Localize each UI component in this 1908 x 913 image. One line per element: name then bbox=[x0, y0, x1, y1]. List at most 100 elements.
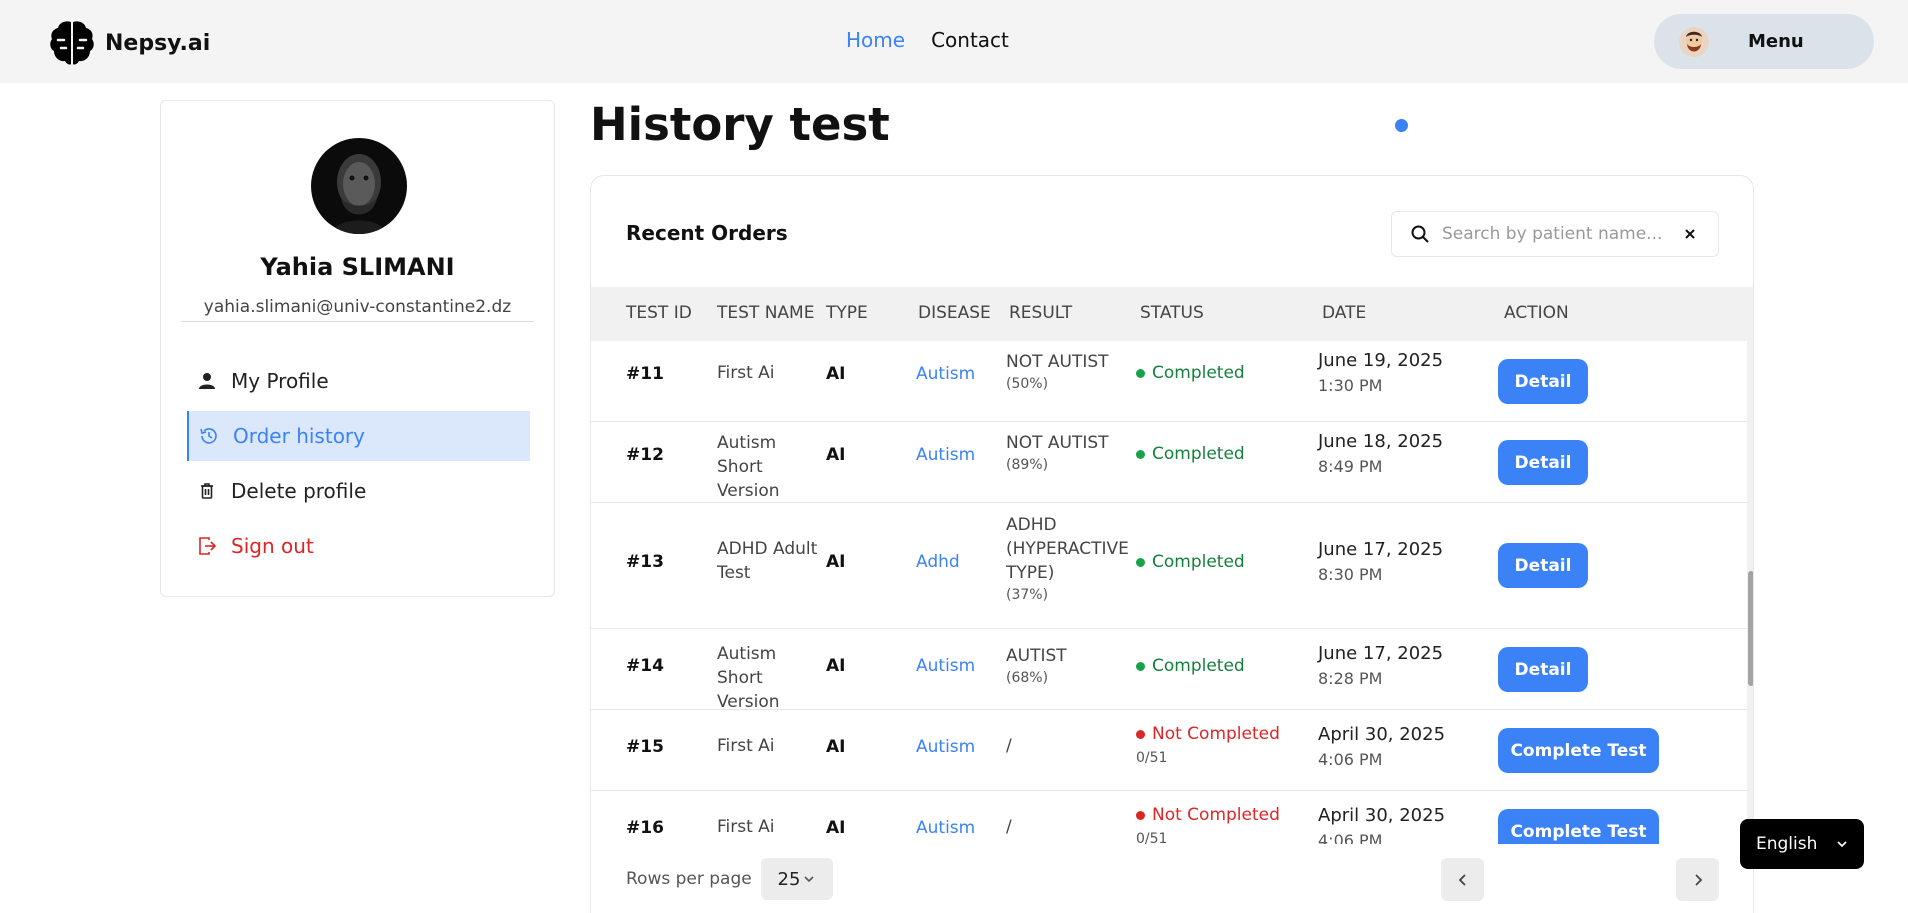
result-text: / bbox=[1006, 817, 1012, 837]
next-page-button[interactable] bbox=[1676, 858, 1719, 901]
test-id: #15 bbox=[626, 737, 664, 757]
result: AUTIST (68%) bbox=[1006, 644, 1136, 688]
search-icon bbox=[1410, 224, 1430, 244]
sidebar-item-my-profile[interactable]: My Profile bbox=[187, 356, 530, 406]
brand[interactable]: Nepsy.ai bbox=[47, 18, 210, 68]
profile-name: Yahia SLIMANI bbox=[260, 253, 455, 281]
progress-text: 0/51 bbox=[1136, 831, 1168, 844]
status-text: Completed bbox=[1152, 363, 1245, 383]
disease-link[interactable]: Autism bbox=[916, 818, 975, 838]
table-row: #11 First Ai AI Autism NOT AUTIST (50%) … bbox=[591, 341, 1747, 422]
test-type: AI bbox=[826, 445, 846, 465]
test-id: #16 bbox=[626, 818, 664, 838]
result-percent: (37%) bbox=[1006, 587, 1049, 603]
orders-card: Recent Orders TEST ID TEST NAME TYPE DIS… bbox=[590, 175, 1754, 913]
result-text: NOT AUTIST bbox=[1006, 352, 1109, 372]
table-row: #14 Autism Short Version AI Autism AUTIS… bbox=[591, 629, 1747, 712]
user-icon bbox=[197, 371, 217, 391]
nav-home[interactable]: Home bbox=[846, 28, 905, 52]
date-text: June 18, 2025 bbox=[1318, 431, 1444, 452]
status-badge: Completed bbox=[1136, 361, 1245, 385]
time-text: 8:28 PM bbox=[1318, 669, 1383, 688]
date-text: April 30, 2025 bbox=[1318, 805, 1446, 826]
result-text: ADHD (HYPERACTIVE TYPE) bbox=[1006, 515, 1129, 583]
profile-avatar bbox=[311, 138, 407, 234]
disease-link[interactable]: Autism bbox=[916, 445, 975, 465]
detail-button[interactable]: Detail bbox=[1498, 543, 1588, 588]
test-id: #14 bbox=[626, 656, 664, 676]
status-text: Not Completed bbox=[1152, 805, 1280, 825]
result-percent: (89%) bbox=[1006, 457, 1049, 473]
chevron-down-icon bbox=[802, 872, 816, 886]
test-id: #11 bbox=[626, 364, 664, 384]
result-text: AUTIST bbox=[1006, 646, 1067, 666]
disease-link[interactable]: Autism bbox=[916, 737, 975, 757]
nav-contact[interactable]: Contact bbox=[931, 28, 1009, 52]
sidebar-item-sign-out[interactable]: Sign out bbox=[187, 521, 530, 571]
result: NOT AUTIST (50%) bbox=[1006, 350, 1136, 394]
status-dot-icon bbox=[1136, 449, 1145, 459]
brand-name: Nepsy.ai bbox=[105, 30, 211, 56]
complete-test-button[interactable]: Complete Test bbox=[1498, 728, 1659, 773]
time-text: 8:49 PM bbox=[1318, 457, 1383, 476]
column-header: DATE bbox=[1322, 303, 1367, 323]
test-type: AI bbox=[826, 737, 846, 757]
date: June 17, 2025 8:30 PM bbox=[1318, 537, 1443, 587]
history-icon bbox=[199, 426, 219, 446]
complete-test-button[interactable]: Complete Test bbox=[1498, 809, 1659, 844]
language-selector[interactable]: English bbox=[1740, 819, 1864, 869]
menu-label: Menu bbox=[1748, 31, 1804, 52]
sidebar-item-order-history[interactable]: Order history bbox=[187, 411, 530, 461]
rows-per-page-select[interactable]: 25 bbox=[761, 858, 833, 900]
main-nav: Home Contact bbox=[846, 28, 1009, 52]
time-text: 8:30 PM bbox=[1318, 565, 1383, 584]
test-name: ADHD Adult Test bbox=[717, 539, 818, 583]
table-row: #15 First Ai AI Autism / Not Completed 0… bbox=[591, 710, 1747, 791]
brain-logo-icon bbox=[47, 18, 97, 68]
test-id: #13 bbox=[626, 552, 664, 572]
sidebar-item-delete-profile[interactable]: Delete profile bbox=[187, 466, 530, 516]
date-text: June 17, 2025 bbox=[1318, 643, 1444, 664]
detail-button[interactable]: Detail bbox=[1498, 647, 1588, 692]
chevron-left-icon bbox=[1456, 873, 1470, 887]
orders-title: Recent Orders bbox=[626, 221, 788, 245]
disease-link[interactable]: Autism bbox=[916, 364, 975, 384]
sidebar-item-label: Order history bbox=[233, 424, 365, 448]
scrollbar-thumb[interactable] bbox=[1748, 571, 1753, 686]
test-type: AI bbox=[826, 818, 846, 838]
detail-button[interactable]: Detail bbox=[1498, 359, 1588, 404]
sidebar-item-label: Delete profile bbox=[231, 479, 367, 503]
result-text: NOT AUTIST bbox=[1006, 433, 1109, 453]
rows-per-page-label: Rows per page bbox=[626, 869, 752, 889]
clear-search-icon[interactable] bbox=[1682, 226, 1698, 242]
search-input[interactable] bbox=[1442, 224, 1672, 244]
page-title: History test bbox=[590, 98, 890, 151]
status-text: Completed bbox=[1152, 552, 1245, 572]
disease-link[interactable]: Adhd bbox=[916, 552, 960, 572]
result: ADHD (HYPERACTIVE TYPE) (37%) bbox=[1006, 513, 1136, 605]
table-body: #11 First Ai AI Autism NOT AUTIST (50%) … bbox=[591, 341, 1747, 844]
disease-link[interactable]: Autism bbox=[916, 656, 975, 676]
sidebar-item-label: My Profile bbox=[231, 369, 329, 393]
table-header: TEST ID TEST NAME TYPE DISEASE RESULT ST… bbox=[591, 287, 1753, 341]
status-dot-icon bbox=[1136, 661, 1145, 671]
result: / bbox=[1006, 815, 1136, 839]
result-text: / bbox=[1006, 736, 1012, 756]
previous-page-button[interactable] bbox=[1441, 858, 1484, 901]
chevron-down-icon bbox=[1835, 837, 1849, 851]
date-text: June 17, 2025 bbox=[1318, 539, 1444, 560]
status-dot-icon bbox=[1136, 810, 1145, 820]
table-scrollbar[interactable] bbox=[1747, 341, 1753, 844]
column-header: RESULT bbox=[1009, 303, 1073, 323]
status-text: Completed bbox=[1152, 656, 1245, 676]
sign-out-icon bbox=[197, 536, 217, 556]
test-type: AI bbox=[826, 656, 846, 676]
time-text: 4:06 PM bbox=[1318, 750, 1383, 769]
test-name: First Ai bbox=[717, 363, 775, 383]
user-menu-button[interactable]: Menu bbox=[1654, 14, 1874, 69]
detail-button[interactable]: Detail bbox=[1498, 440, 1588, 485]
result: NOT AUTIST (89%) bbox=[1006, 431, 1136, 475]
table-row: #13 ADHD Adult Test AI Adhd ADHD (HYPERA… bbox=[591, 503, 1747, 629]
profile-email: yahia.slimani@univ-constantine2.dz bbox=[181, 297, 534, 322]
test-name: Autism Short Version bbox=[717, 433, 780, 501]
